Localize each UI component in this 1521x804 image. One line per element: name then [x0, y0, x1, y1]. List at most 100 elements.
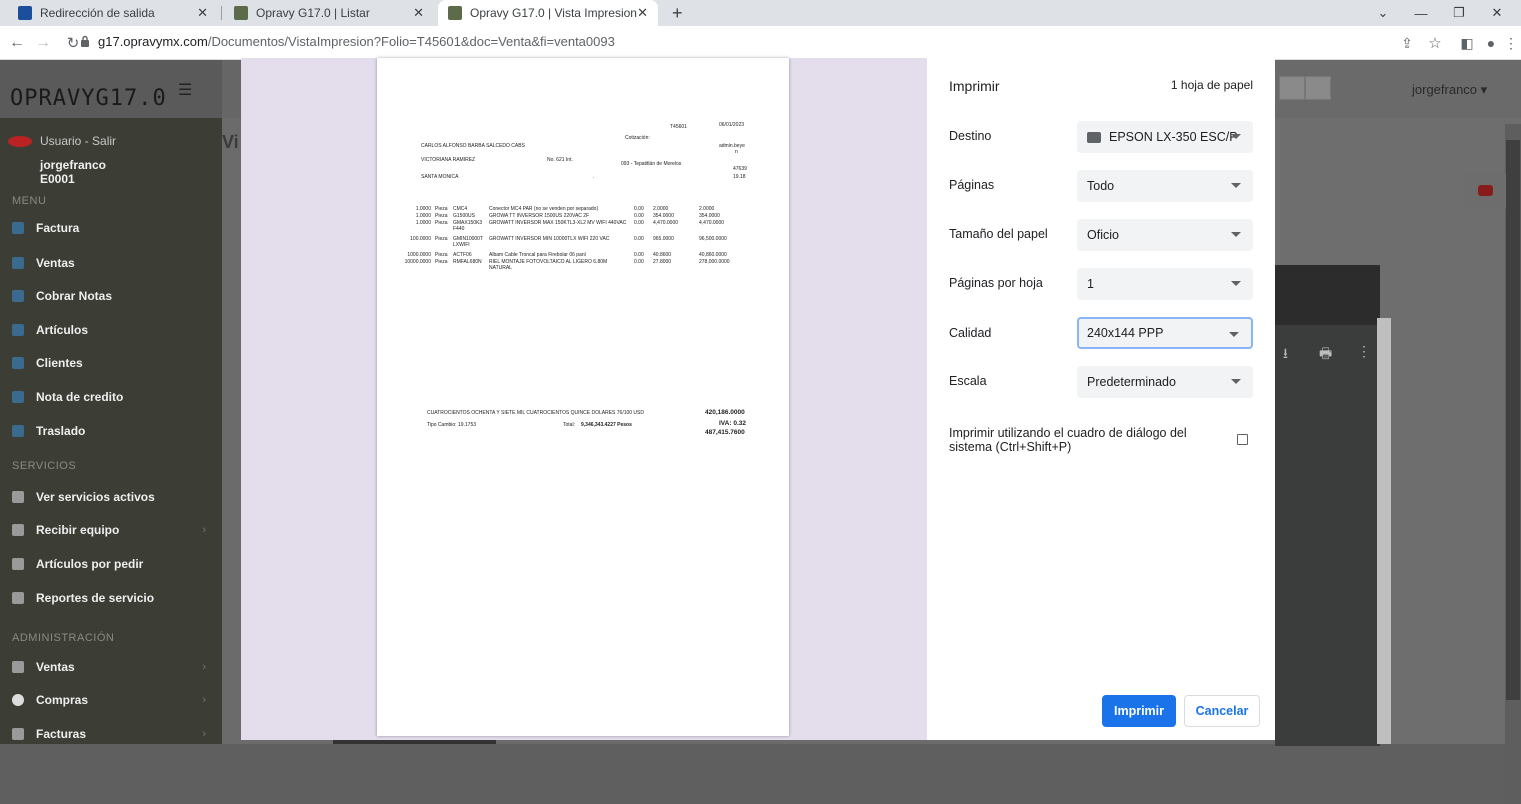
doc-item-desc: Albam Cable Troncal para Firebolar 06 pa…: [489, 252, 586, 258]
doc-item-total: 278,000.0000: [699, 259, 730, 265]
pages-label: Páginas: [949, 178, 995, 192]
doc-dot: .: [593, 174, 595, 180]
doc-item-price: 4,470.0000: [653, 220, 679, 226]
forward-icon[interactable]: →: [32, 32, 54, 54]
paper-size-select[interactable]: Oficio: [1077, 219, 1253, 251]
doc-item-code: GMIN10000T LXWIFI: [453, 236, 483, 248]
browser-tab[interactable]: Redirección de salida ✕: [8, 0, 218, 26]
hamburger-menu-icon[interactable]: ☰: [178, 80, 192, 100]
pdf-viewer-background: [1275, 265, 1380, 746]
open-external-icon[interactable]: [1237, 434, 1248, 445]
scale-label: Escala: [949, 374, 987, 388]
list-icon: [12, 491, 24, 503]
tab-search-icon[interactable]: ⌄: [1364, 0, 1402, 26]
minimize-icon[interactable]: —: [1402, 0, 1440, 26]
close-icon[interactable]: ✕: [413, 5, 424, 21]
doc-item-price: 40.8600: [653, 252, 672, 258]
browser-tab-active[interactable]: Opravy G17.0 | Vista Impresion ✕: [438, 0, 658, 26]
sidebar-item-label: Nota de credito: [36, 390, 124, 404]
sidebar-item-admin-facturas[interactable]: Facturas ›: [12, 724, 212, 744]
destination-select[interactable]: EPSON LX-350 ESC/P: [1077, 121, 1253, 153]
system-dialog-link[interactable]: Imprimir utilizando el cuadro de diálogo…: [949, 426, 1231, 454]
doc-item-qty: 1.0000: [415, 213, 431, 219]
sidebar-item-articulos[interactable]: Artículos: [12, 320, 212, 340]
cart-icon: [12, 257, 24, 269]
tag-icon: [12, 324, 24, 336]
sidebar-item-reportes-de-servicio[interactable]: Reportes de servicio: [12, 588, 212, 608]
sidebar-item-factura[interactable]: Factura: [12, 218, 212, 238]
youtube-button[interactable]: [1464, 172, 1506, 210]
doc-item-desc: GROWA TT INVERSOR 1500US 220VAC 2F: [489, 213, 590, 219]
more-options-icon[interactable]: ⋮: [1357, 343, 1371, 360]
section-servicios: SERVICIOS: [12, 460, 77, 472]
doc-subtotal: 420,186.0000: [705, 409, 745, 416]
app-favicon-icon: [448, 6, 462, 20]
quality-value: 240x144 PPP: [1087, 326, 1164, 340]
url-field[interactable]: g17.opravymx.com/Documentos/VistaImpresi…: [98, 34, 615, 49]
home-icon[interactable]: [1279, 76, 1305, 100]
quality-label: Calidad: [949, 326, 992, 340]
sidebar-item-cobrar-notas[interactable]: Cobrar Notas: [12, 286, 212, 306]
doc-item-unit: Pieza: [435, 252, 448, 258]
right-background: ⭳ 🖶 ⋮: [1275, 60, 1521, 746]
sidebar-item-nota-de-credito[interactable]: Nota de credito: [12, 387, 212, 407]
sidebar-item-label: Ventas: [36, 660, 75, 674]
browser-tab[interactable]: Opravy G17.0 | Listar ✕: [224, 0, 434, 26]
section-administracion: ADMINISTRACIÓN: [12, 632, 115, 644]
close-window-icon[interactable]: ✕: [1478, 0, 1516, 26]
top-user-name[interactable]: jorgefranco ▾: [1412, 82, 1487, 98]
chevron-right-icon: ›: [202, 728, 206, 740]
download-icon[interactable]: ⭳: [1283, 343, 1288, 367]
back-icon[interactable]: ←: [6, 32, 28, 54]
pages-select[interactable]: Todo: [1077, 170, 1253, 202]
sidebar-item-ventas[interactable]: Ventas: [12, 253, 212, 273]
scale-select[interactable]: Predeterminado: [1077, 366, 1253, 398]
doc-item-desc: Conector MC4 PAR (no se venden por separ…: [489, 206, 599, 212]
quality-select[interactable]: 240x144 PPP: [1077, 317, 1253, 349]
printer-icon: [1087, 131, 1101, 143]
sidebar-item-admin-compras[interactable]: Compras ›: [12, 690, 212, 710]
doc-item-qty: 100.0000: [410, 236, 431, 242]
paper-size-label: Tamaño del papel: [949, 227, 1048, 241]
side-panel-icon[interactable]: ◧: [1456, 32, 1478, 54]
favorite-icon[interactable]: [1305, 76, 1331, 100]
bookmark-star-icon[interactable]: ☆: [1424, 32, 1446, 54]
brand-logo-icon: [8, 136, 32, 147]
sidebar-item-label: Traslado: [36, 424, 86, 438]
sidebar-item-label: Clientes: [36, 356, 83, 370]
doc-item-qty: 1.0000: [415, 220, 431, 226]
doc-tipo-cambio: Tipo Cambio: 19.1753: [427, 422, 477, 428]
page-scrollbar-thumb[interactable]: [1506, 140, 1520, 700]
sidebar-item-admin-ventas[interactable]: Ventas ›: [12, 657, 212, 677]
close-icon[interactable]: ✕: [197, 5, 208, 21]
doc-item-code: CMC4: [453, 206, 468, 212]
pdf-scrollbar[interactable]: [1377, 318, 1391, 744]
share-icon[interactable]: ⇪: [1396, 32, 1418, 54]
doc-number: No. 621 Int.: [547, 157, 573, 163]
sidebar-item-articulos-por-pedir[interactable]: Artículos por pedir: [12, 554, 212, 574]
new-tab-button[interactable]: +: [662, 0, 692, 26]
pages-per-sheet-select[interactable]: 1: [1077, 268, 1253, 300]
sidebar-item-traslado[interactable]: Traslado: [12, 421, 212, 441]
restore-icon[interactable]: ❐: [1440, 0, 1478, 26]
doc-item-unit: Pieza: [435, 220, 448, 226]
close-icon[interactable]: ✕: [637, 5, 648, 21]
doc-item-unit: Pieza: [435, 259, 448, 265]
user-logout-link[interactable]: Usuario - Salir: [40, 134, 116, 148]
profile-icon[interactable]: ●: [1480, 32, 1502, 54]
doc-item-total: 2.0000: [699, 206, 715, 212]
doc-amount-words: CUATROCIENTOS OCHENTA Y SIETE MIL CUATRO…: [427, 410, 644, 416]
sidebar-item-ver-servicios-activos[interactable]: Ver servicios activos: [12, 487, 212, 507]
doc-rate-top: 19.18: [733, 174, 746, 180]
browser-menu-icon[interactable]: ⋮: [1500, 32, 1521, 54]
print-icon[interactable]: 🖶: [1319, 343, 1332, 367]
sidebar-item-label: Reportes de servicio: [36, 591, 155, 605]
sidebar-item-clientes[interactable]: Clientes: [12, 353, 212, 373]
circle-icon: [12, 694, 24, 706]
sidebar-item-recibir-equipo[interactable]: Recibir equipo ›: [12, 520, 212, 540]
bar-chart-icon: [12, 592, 24, 604]
cancel-button[interactable]: Cancelar: [1184, 695, 1260, 727]
print-button[interactable]: Imprimir: [1102, 695, 1176, 727]
sidebar: OPRAVYG17.0 ☰ Usuario - Salir jorgefranc…: [0, 60, 222, 744]
tab-title: Opravy G17.0 | Listar: [256, 6, 370, 20]
